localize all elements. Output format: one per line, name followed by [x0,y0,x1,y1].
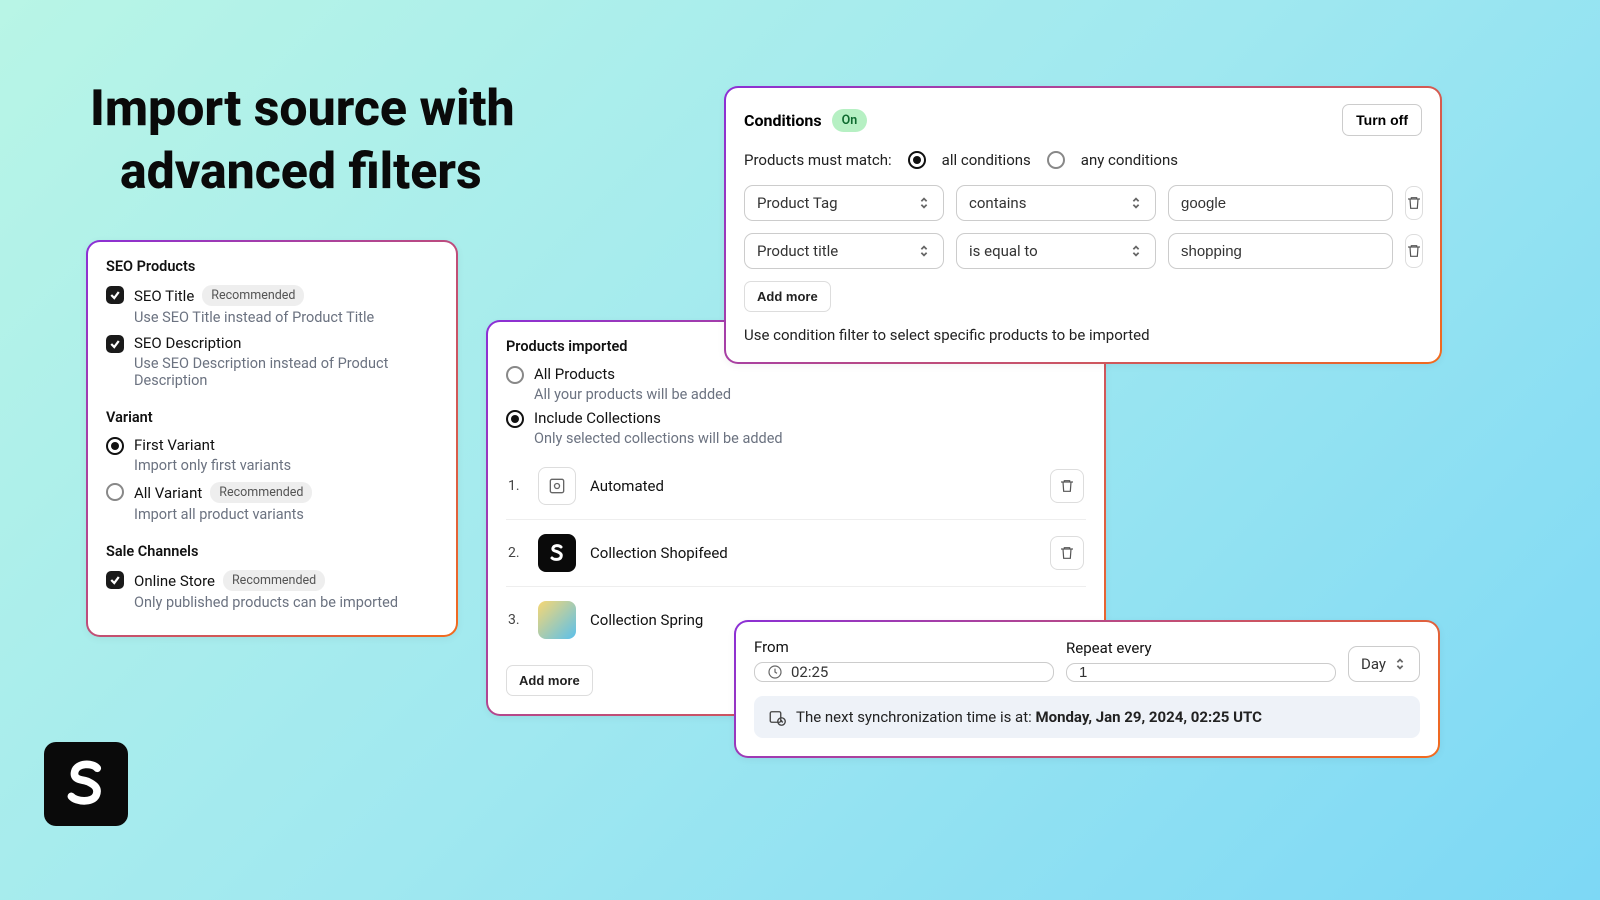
all-products-desc: All your products will be added [534,386,731,403]
include-collections-label: Include Collections [534,409,661,427]
from-time-input[interactable]: 02:25 [754,662,1054,682]
seo-title-badge: Recommended [202,285,304,306]
clock-icon [767,664,783,680]
seo-title-desc: Use SEO Title instead of Product Title [134,309,374,326]
any-conditions-label: any conditions [1081,151,1178,169]
sync-info-time: Monday, Jan 29, 2024, 02:25 UTC [1035,708,1261,726]
seo-title-checkbox[interactable] [106,286,124,304]
sync-panel: From 02:25 Repeat every Day The next syn… [734,620,1440,758]
delete-collection-button[interactable] [1050,536,1084,570]
seo-desc-label: SEO Description [134,334,241,352]
all-variant-label: All Variant [134,484,202,502]
from-label: From [754,638,1054,656]
delete-condition-button[interactable] [1405,234,1423,268]
first-variant-desc: Import only first variants [134,457,291,474]
headline-l2: advanced filters [120,141,515,204]
all-products-radio[interactable] [506,366,524,384]
shopifeed-icon [538,534,576,572]
repeat-label: Repeat every [1066,639,1336,657]
condition-op-select[interactable]: contains [956,185,1156,221]
all-products-label: All Products [534,365,615,383]
first-variant-radio[interactable] [106,437,124,455]
channels-section-title: Sale Channels [106,543,438,560]
repeat-value-input[interactable] [1066,663,1336,682]
condition-op-select[interactable]: is equal to [956,233,1156,269]
conditions-on-badge: On [832,109,868,132]
spring-icon [538,601,576,639]
delete-collection-button[interactable] [1050,469,1084,503]
online-store-label: Online Store [134,572,215,590]
any-conditions-radio[interactable] [1047,151,1065,169]
online-store-checkbox[interactable] [106,571,124,589]
turn-off-button[interactable]: Turn off [1342,104,1422,136]
sync-info: The next synchronization time is at: Mon… [754,696,1420,738]
condition-value-input[interactable] [1168,185,1393,221]
first-variant-label: First Variant [134,436,215,454]
all-variant-badge: Recommended [210,482,312,503]
online-store-badge: Recommended [223,570,325,591]
headline: Import source with advanced filters [90,78,515,203]
all-variant-radio[interactable] [106,483,124,501]
all-variant-desc: Import all product variants [134,506,312,523]
condition-field-select[interactable]: Product title [744,233,944,269]
seo-title-label: SEO Title [134,287,194,305]
collection-row: 2. Collection Shopifeed [506,520,1086,587]
app-logo [44,742,128,826]
include-collections-desc: Only selected collections will be added [534,430,783,447]
collection-idx: 3. [508,612,524,628]
automated-icon [538,467,576,505]
seo-panel: SEO Products SEO Title Recommended Use S… [86,240,458,637]
collection-name: Automated [590,477,1036,495]
collection-idx: 2. [508,545,524,561]
seo-desc-checkbox[interactable] [106,335,124,353]
delete-condition-button[interactable] [1405,186,1423,220]
seo-desc-desc: Use SEO Description instead of Product D… [134,355,438,389]
collection-name: Collection Shopifeed [590,544,1036,562]
condition-value-input[interactable] [1168,233,1393,269]
variant-section-title: Variant [106,409,438,426]
conditions-title: Conditions [744,111,822,130]
condition-field-select[interactable]: Product Tag [744,185,944,221]
collection-row: 1. Automated [506,453,1086,520]
add-condition-button[interactable]: Add more [744,281,831,312]
all-conditions-radio[interactable] [908,151,926,169]
add-collection-button[interactable]: Add more [506,665,593,696]
calendar-clock-icon [768,708,786,726]
include-collections-radio[interactable] [506,410,524,428]
collection-idx: 1. [508,478,524,494]
match-label: Products must match: [744,151,892,169]
conditions-desc: Use condition filter to select specific … [744,326,1422,344]
headline-l1: Import source with [90,78,515,141]
seo-section-title: SEO Products [106,258,438,275]
online-store-desc: Only published products can be imported [134,594,398,611]
repeat-unit-select[interactable]: Day [1348,646,1420,682]
conditions-panel: Conditions On Turn off Products must mat… [724,86,1442,364]
all-conditions-label: all conditions [942,151,1031,169]
